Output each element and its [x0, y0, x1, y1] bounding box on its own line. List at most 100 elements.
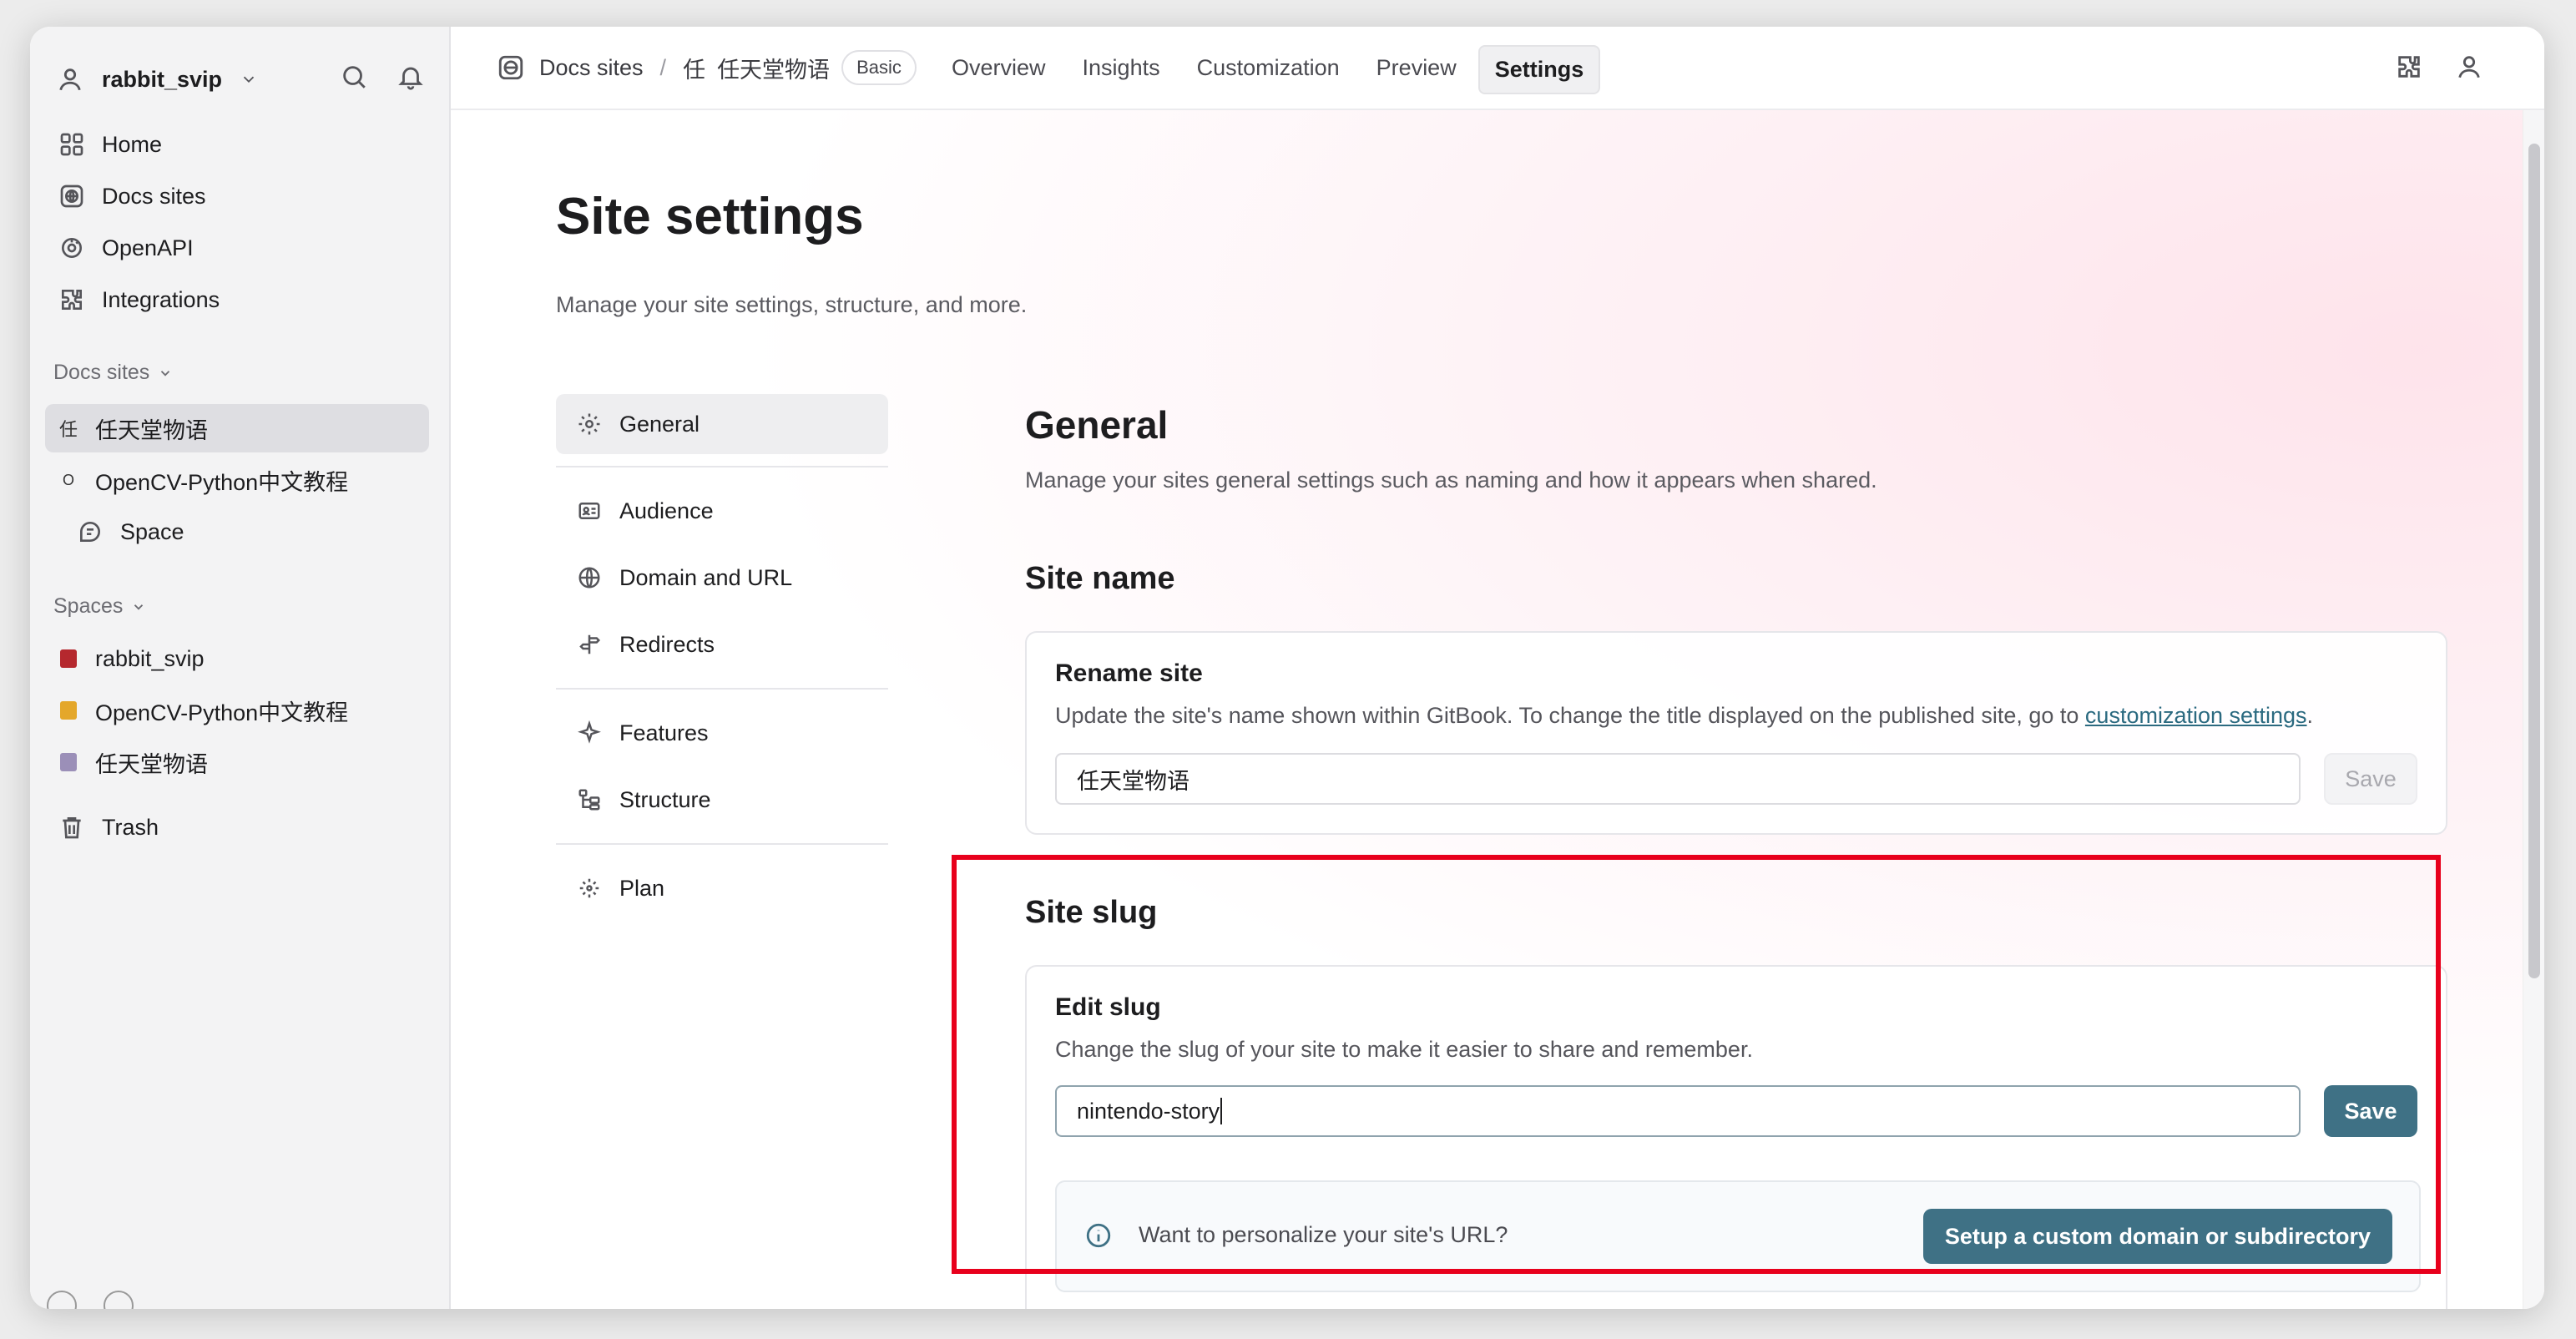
settings-nav-label: Plan	[619, 875, 665, 901]
space-emoji-icon	[55, 697, 82, 724]
space-icon	[73, 515, 107, 548]
sidebar-item-label: 任天堂物语	[95, 751, 208, 777]
sidebar-item-label: Docs sites	[102, 183, 206, 209]
rename-save-button[interactable]: Save	[2324, 753, 2417, 805]
customization-settings-link[interactable]: customization settings	[2085, 703, 2307, 728]
grid-icon	[55, 128, 88, 161]
settings-nav-features[interactable]: Features	[556, 703, 888, 763]
tab-insights[interactable]: Insights	[1068, 45, 1175, 94]
site-glyph: O	[62, 471, 74, 488]
account-switcher[interactable]: rabbit_svip	[53, 58, 260, 100]
site-slug-heading: Site slug	[1025, 895, 1158, 930]
breadcrumb: Docs sites / 任 任天堂物语 Basic	[494, 50, 917, 85]
tab-customization[interactable]: Customization	[1182, 45, 1355, 94]
page-title: Site settings	[556, 188, 864, 245]
divider	[556, 843, 888, 845]
sparkle-icon	[573, 716, 606, 750]
sidebar-item-label: Home	[102, 131, 163, 157]
trash-icon	[55, 811, 88, 844]
globe-icon	[55, 179, 88, 213]
sidebar-item-label: Space	[120, 518, 184, 544]
section-label: Docs sites	[53, 361, 150, 384]
sidebar-item-label: rabbit_svip	[95, 645, 205, 671]
sidebar-item-site-opencv[interactable]: O OpenCV-Python中文教程	[45, 456, 429, 504]
puzzle-icon[interactable]	[2392, 50, 2426, 83]
custom-domain-callout: Want to personalize your site's URL? Set…	[1055, 1180, 2421, 1292]
app-window: rabbit_svip Home Docs sites OpenAPI Inte…	[30, 27, 2544, 1309]
chevron-down-icon	[134, 604, 144, 610]
settings-nav-general[interactable]: General	[556, 394, 888, 454]
plan-icon	[573, 872, 606, 905]
gear-icon	[573, 407, 606, 441]
sidebar: rabbit_svip Home Docs sites OpenAPI Inte…	[30, 27, 451, 1309]
docs-sites-header[interactable]: Docs sites	[53, 361, 173, 385]
card-description: Change the slug of your site to make it …	[1055, 1037, 1753, 1062]
card-title: Edit slug	[1055, 993, 1161, 1021]
tab-overview[interactable]: Overview	[937, 45, 1061, 94]
tab-preview[interactable]: Preview	[1361, 45, 1472, 94]
tree-icon	[573, 783, 606, 816]
slug-input[interactable]: nintendo-story	[1055, 1085, 2301, 1137]
globe-icon	[573, 561, 606, 594]
settings-icon[interactable]	[104, 1291, 134, 1309]
breadcrumb-site-name[interactable]: 任天堂物语	[717, 52, 830, 84]
settings-nav-structure[interactable]: Structure	[556, 770, 888, 830]
rename-site-card: Rename site Update the site's name shown…	[1025, 631, 2447, 835]
help-icon[interactable]	[47, 1291, 77, 1309]
chevron-down-icon	[237, 63, 260, 96]
settings-nav-redirects[interactable]: Redirects	[556, 614, 888, 675]
sidebar-item-label: 任天堂物语	[95, 417, 208, 443]
breadcrumb-separator: /	[659, 54, 667, 80]
sidebar-item-space-rabbit[interactable]: rabbit_svip	[45, 634, 429, 683]
section-label: Spaces	[53, 594, 124, 618]
spaces-header[interactable]: Spaces	[53, 594, 146, 619]
main-content: Site settings Manage your site settings,…	[451, 110, 2523, 1309]
tab-settings[interactable]: Settings	[1477, 45, 1601, 94]
setup-custom-domain-button[interactable]: Setup a custom domain or subdirectory	[1922, 1209, 2392, 1264]
sidebar-item-docs-sites[interactable]: Docs sites	[45, 172, 429, 220]
user-icon	[53, 63, 87, 96]
sidebar-item-home[interactable]: Home	[45, 120, 429, 169]
callout-text: Want to personalize your site's URL?	[1139, 1222, 1508, 1247]
settings-nav-label: Features	[619, 720, 709, 745]
sidebar-item-site-nintendo[interactable]: 任 任天堂物语	[45, 404, 429, 452]
search-icon[interactable]	[337, 60, 371, 93]
description-end: .	[2306, 703, 2314, 728]
site-glyph: 任	[683, 57, 706, 83]
sidebar-item-trash[interactable]: Trash	[45, 803, 429, 851]
scrollbar[interactable]	[2523, 110, 2544, 1309]
settings-nav-label: Audience	[619, 498, 714, 523]
sidebar-item-integrations[interactable]: Integrations	[45, 275, 429, 324]
sidebar-item-label: OpenCV-Python中文教程	[95, 700, 349, 725]
breadcrumb-docs-sites[interactable]: Docs sites	[539, 55, 644, 81]
site-tabs: Overview Insights Customization Preview …	[937, 45, 1601, 94]
audience-icon	[573, 494, 606, 528]
settings-nav-audience[interactable]: Audience	[556, 481, 888, 541]
bell-icon[interactable]	[394, 60, 427, 93]
section-title: General	[1025, 403, 1169, 447]
sidebar-item-space-opencv[interactable]: OpenCV-Python中文教程	[45, 686, 429, 735]
space-emoji-icon	[55, 749, 82, 776]
account-name: rabbit_svip	[102, 66, 223, 92]
site-glyph: 任	[58, 419, 78, 440]
signpost-icon	[573, 628, 606, 661]
settings-nav-label: Domain and URL	[619, 564, 793, 590]
description-text: Update the site's name shown within GitB…	[1055, 703, 2085, 728]
scrollbar-thumb[interactable]	[2528, 144, 2540, 978]
settings-nav-label: Structure	[619, 786, 711, 812]
input-value: 任天堂物语	[1077, 768, 1190, 794]
globe-icon	[494, 51, 528, 84]
sidebar-item-space[interactable]: Space	[63, 508, 429, 556]
settings-nav-label: Redirects	[619, 631, 715, 657]
openapi-icon	[55, 231, 88, 265]
info-icon	[1082, 1219, 1115, 1252]
site-name-heading: Site name	[1025, 561, 1175, 596]
settings-nav-domain[interactable]: Domain and URL	[556, 548, 888, 608]
sidebar-item-label: OpenCV-Python中文教程	[95, 469, 349, 495]
site-name-input[interactable]: 任天堂物语	[1055, 753, 2301, 805]
sidebar-item-space-nintendo[interactable]: 任天堂物语	[45, 738, 429, 786]
sidebar-item-openapi[interactable]: OpenAPI	[45, 224, 429, 272]
settings-nav-plan[interactable]: Plan	[556, 858, 888, 918]
slug-save-button[interactable]: Save	[2324, 1085, 2417, 1137]
user-settings-icon[interactable]	[2452, 50, 2486, 83]
